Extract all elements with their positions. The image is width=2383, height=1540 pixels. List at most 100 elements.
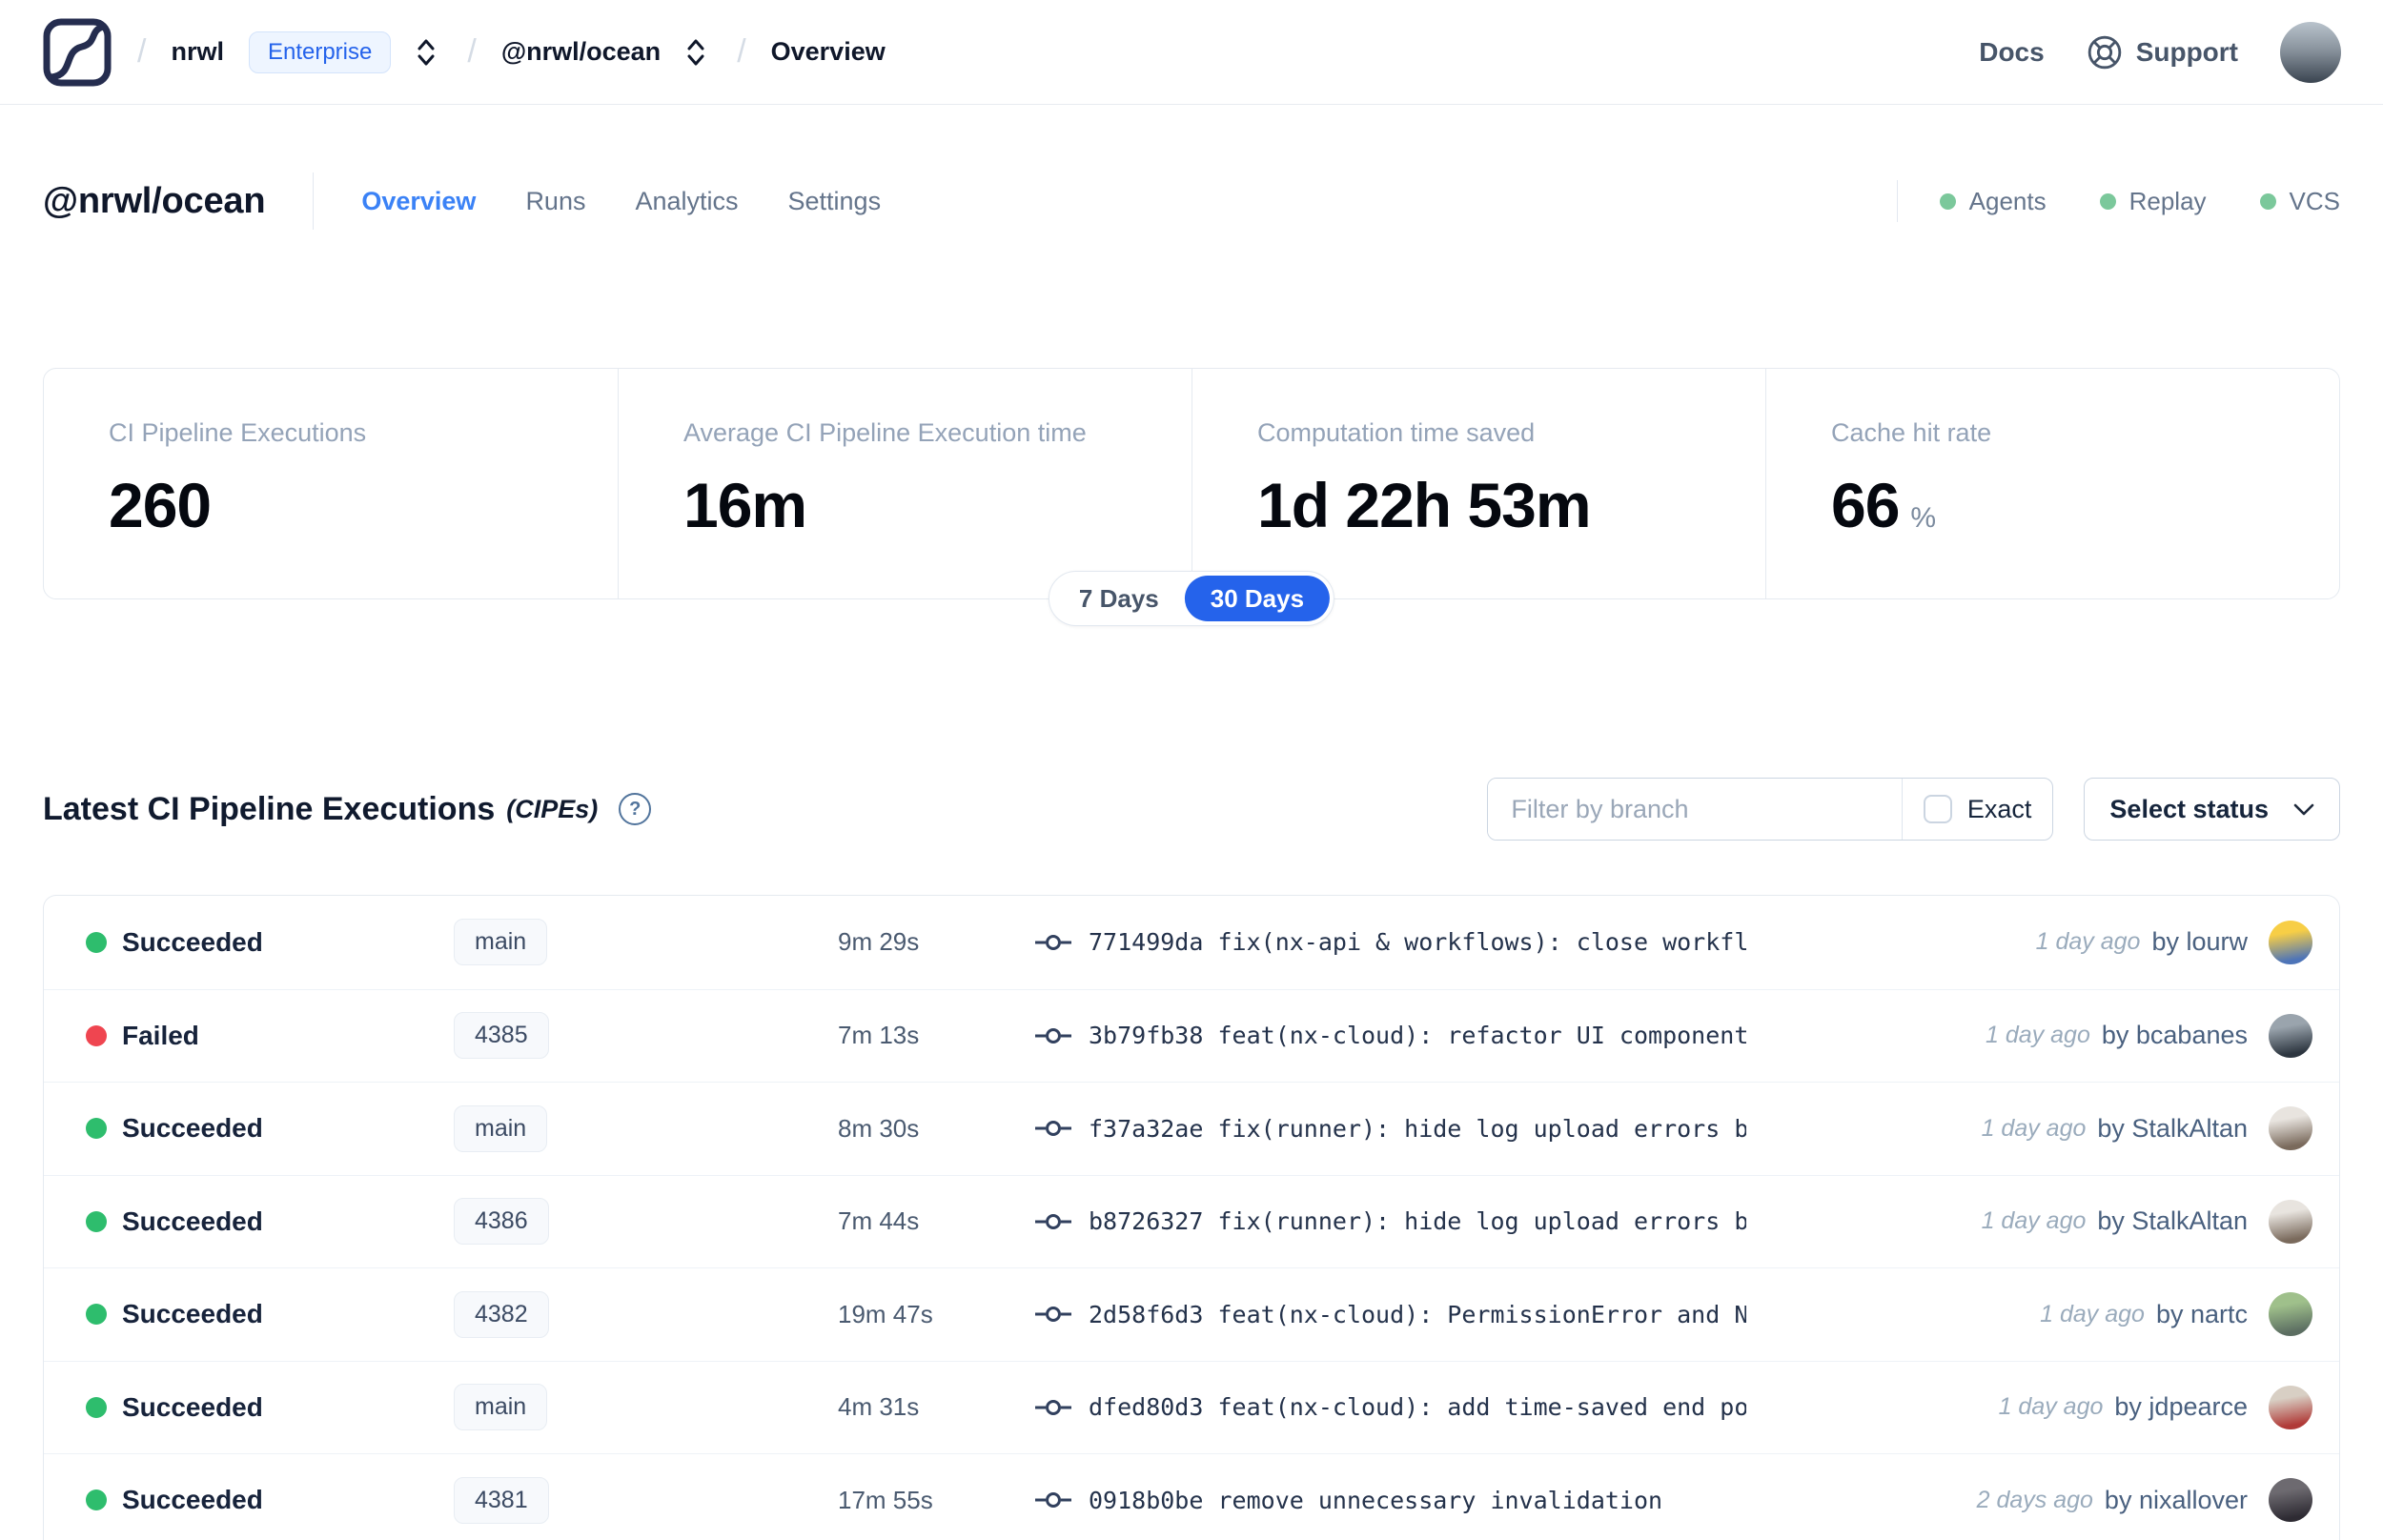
- commit-text[interactable]: 771499da fix(nx-api & workflows): close …: [1089, 928, 1746, 956]
- nav-actions: Docs Support: [1979, 21, 2341, 83]
- commit-text[interactable]: 2d58f6d3 feat(nx-cloud): PermissionError…: [1089, 1301, 1746, 1328]
- author-avatar[interactable]: [2269, 1478, 2312, 1523]
- workspace-switcher-button[interactable]: [680, 32, 712, 72]
- time-ago-label: 1 day ago: [2035, 928, 2141, 956]
- cipes-header-bar: Latest CI Pipeline Executions (CIPEs) ? …: [43, 778, 2340, 841]
- author-label: by StalkAltan: [2097, 1113, 2248, 1143]
- exact-label: Exact: [1966, 794, 2032, 823]
- commit-text[interactable]: f37a32ae fix(runner): hide log upload er…: [1089, 1115, 1746, 1143]
- time-ago-label: 1 day ago: [1981, 1207, 2087, 1235]
- branch-badge[interactable]: 4382: [454, 1290, 549, 1338]
- author-avatar[interactable]: [2269, 1292, 2312, 1337]
- user-avatar[interactable]: [2280, 21, 2341, 83]
- status-dot-icon: [2259, 192, 2276, 210]
- tab-runs[interactable]: Runs: [525, 187, 585, 216]
- duration-label: 7m 13s: [838, 1021, 920, 1050]
- period-30-days-button[interactable]: 30 Days: [1184, 576, 1331, 621]
- docs-link[interactable]: Docs: [1979, 37, 2044, 68]
- stat-value: 66: [1831, 470, 1900, 540]
- status-dot-icon: [2099, 192, 2116, 210]
- branch-filter-input[interactable]: [1488, 779, 1902, 840]
- duration-label: 8m 30s: [838, 1113, 920, 1143]
- tab-overview[interactable]: Overview: [361, 187, 476, 216]
- author-avatar[interactable]: [2269, 1199, 2312, 1244]
- service-vcs[interactable]: VCS: [2259, 187, 2340, 216]
- status-label: Succeeded: [122, 1299, 263, 1329]
- nx-cloud-app: / nrwl Enterprise / @nrwl/ocean / Overvi…: [0, 0, 2383, 1540]
- branch-badge[interactable]: main: [454, 919, 548, 966]
- breadcrumb-org[interactable]: nrwl: [171, 37, 224, 67]
- branch-badge[interactable]: 4381: [454, 1476, 549, 1524]
- status-dot-icon: [86, 1304, 107, 1326]
- status-dot-icon: [1939, 192, 1956, 210]
- exact-checkbox[interactable]: [1923, 795, 1952, 823]
- cipe-row[interactable]: Succeeded main 8m 30s f37a32ae fix(runne…: [44, 1082, 2339, 1175]
- service-agents[interactable]: Agents: [1939, 187, 2047, 216]
- branch-badge[interactable]: 4385: [454, 1012, 549, 1060]
- divider: [313, 172, 315, 230]
- stat-card-executions: CI Pipeline Executions 260: [109, 418, 367, 540]
- breadcrumb-separator: /: [737, 33, 746, 70]
- stat-suffix: %: [1910, 502, 1937, 534]
- cipes-subtitle: (CIPEs): [506, 794, 599, 823]
- chevron-down-icon: [2293, 803, 2314, 815]
- support-link[interactable]: Support: [2087, 34, 2238, 71]
- duration-label: 4m 31s: [838, 1392, 920, 1422]
- author-label: by StalkAltan: [2097, 1206, 2248, 1236]
- period-7-days-button[interactable]: 7 Days: [1053, 576, 1185, 621]
- commit-text[interactable]: 0918b0be remove unnecessary invalidation: [1089, 1487, 1662, 1514]
- time-ago-label: 1 day ago: [2040, 1300, 2145, 1327]
- author-avatar[interactable]: [2269, 1106, 2312, 1151]
- breadcrumb-separator: /: [467, 33, 477, 70]
- status-label: Succeeded: [122, 1391, 263, 1422]
- commit-text[interactable]: 3b79fb38 feat(nx-cloud): refactor UI com…: [1089, 1022, 1746, 1049]
- cipe-row[interactable]: Succeeded 4386 7m 44s b8726327 fix(runne…: [44, 1174, 2339, 1268]
- org-switcher-button[interactable]: [410, 32, 442, 72]
- git-commit-icon: [1035, 934, 1071, 950]
- cipe-row[interactable]: Succeeded 4381 17m 55s 0918b0be remove u…: [44, 1453, 2339, 1540]
- breadcrumb-separator: /: [137, 33, 147, 70]
- tab-settings[interactable]: Settings: [788, 187, 882, 216]
- git-commit-icon: [1035, 1307, 1071, 1323]
- stat-card-cache-hit: Cache hit rate 66 %: [1765, 369, 2339, 598]
- commit-text[interactable]: dfed80d3 feat(nx-cloud): add time-saved …: [1089, 1393, 1746, 1421]
- duration-label: 19m 47s: [838, 1299, 933, 1328]
- author-avatar[interactable]: [2269, 1385, 2312, 1429]
- chevron-up-down-icon: [418, 39, 435, 65]
- branch-badge[interactable]: main: [454, 1104, 548, 1152]
- branch-badge[interactable]: 4386: [454, 1198, 549, 1246]
- git-commit-icon: [1035, 1027, 1071, 1044]
- cipe-row[interactable]: Succeeded main 9m 29s 771499da fix(nx-ap…: [44, 896, 2339, 989]
- stat-value: 1d 22h 53m: [1257, 470, 1592, 540]
- author-label: by nixallover: [2104, 1485, 2248, 1514]
- stat-card-avg-time: Average CI Pipeline Execution time 16m: [618, 369, 1192, 598]
- breadcrumb-workspace[interactable]: @nrwl/ocean: [501, 37, 661, 67]
- support-label: Support: [2135, 36, 2238, 67]
- commit-text[interactable]: b8726327 fix(runner): hide log upload er…: [1089, 1207, 1746, 1235]
- service-replay[interactable]: Replay: [2099, 187, 2207, 216]
- author-label: by bcabanes: [2101, 1021, 2248, 1050]
- git-commit-icon: [1035, 1399, 1071, 1415]
- time-ago-label: 1 day ago: [1998, 1393, 2104, 1421]
- cipes-title: Latest CI Pipeline Executions: [43, 790, 496, 827]
- time-ago-label: 1 day ago: [1986, 1022, 2090, 1049]
- tab-analytics[interactable]: Analytics: [635, 187, 738, 216]
- cipe-row[interactable]: Succeeded main 4m 31s dfed80d3 feat(nx-c…: [44, 1360, 2339, 1454]
- cipe-row[interactable]: Succeeded 4382 19m 47s 2d58f6d3 feat(nx-…: [44, 1267, 2339, 1361]
- cipe-row[interactable]: Failed 4385 7m 13s 3b79fb38 feat(nx-clou…: [44, 988, 2339, 1083]
- git-commit-icon: [1035, 1492, 1071, 1509]
- nx-logo-icon[interactable]: [42, 17, 112, 88]
- help-icon[interactable]: ?: [619, 793, 652, 825]
- time-ago-label: 1 day ago: [1981, 1114, 2087, 1142]
- author-avatar[interactable]: [2269, 920, 2312, 964]
- status-dot-icon: [86, 1024, 107, 1046]
- branch-badge[interactable]: main: [454, 1384, 548, 1431]
- status-label: Succeeded: [122, 1206, 263, 1236]
- exact-toggle[interactable]: Exact: [1903, 795, 2053, 824]
- author-avatar[interactable]: [2269, 1013, 2312, 1058]
- author-label: by nartc: [2155, 1299, 2248, 1328]
- status-select-button[interactable]: Select status: [2084, 778, 2340, 841]
- service-status-list: Agents Replay VCS: [1939, 187, 2340, 216]
- duration-label: 7m 44s: [838, 1206, 920, 1236]
- status-label: Failed: [122, 1020, 199, 1050]
